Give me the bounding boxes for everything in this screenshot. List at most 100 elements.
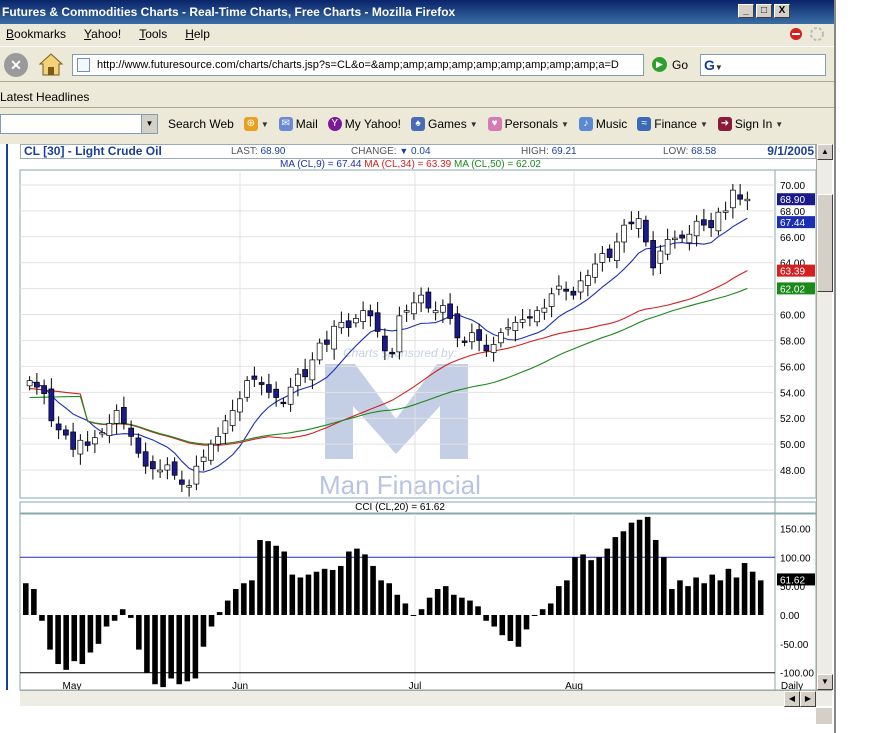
- candle-body: [541, 307, 548, 313]
- candle-body: [599, 253, 606, 263]
- sign-in-button[interactable]: ➜ Sign In ▼: [717, 117, 783, 131]
- yahoo-search-input[interactable]: ▼: [0, 114, 158, 134]
- candle-body: [222, 420, 229, 434]
- personals-button[interactable]: ♥ Personals ▼: [487, 117, 569, 131]
- menu-yahoo[interactable]: Yahoo!: [84, 24, 121, 44]
- candle-body: [287, 386, 294, 405]
- cci-bar: [249, 580, 255, 615]
- candle-body: [41, 385, 47, 394]
- candle-body: [280, 401, 287, 405]
- search-dropdown-icon[interactable]: ▼: [141, 115, 157, 133]
- cci-bar: [661, 557, 667, 615]
- candle-body: [425, 291, 432, 309]
- price-tag-label: 62.02: [780, 284, 805, 295]
- cci-bar: [362, 554, 368, 615]
- search-web-button[interactable]: Search Web: [168, 117, 234, 131]
- menu-tools[interactable]: Tools: [139, 24, 167, 44]
- page-content: CL [30] - Light Crude Oil LAST: 68.90 CH…: [0, 144, 834, 733]
- bookmarks-toolbar: Latest Headlines: [0, 86, 834, 108]
- music-button[interactable]: ♪ Music: [578, 117, 627, 131]
- candle-body: [331, 325, 337, 350]
- my-yahoo-button[interactable]: Y My Yahoo!: [327, 117, 401, 131]
- cci-bar: [71, 614, 78, 662]
- stop-icon[interactable]: ✕: [4, 53, 28, 77]
- candle-body: [548, 293, 555, 307]
- target-button[interactable]: ⊕ ▼: [243, 117, 269, 131]
- browser-chrome: Bookmarks Yahoo! Tools Help ✕ http://www…: [0, 24, 834, 144]
- go-button[interactable]: ▶ Go: [652, 56, 688, 74]
- cci-bar: [329, 569, 336, 615]
- close-button[interactable]: X: [774, 4, 790, 18]
- cci-bar: [111, 614, 118, 621]
- candle-body: [389, 352, 395, 355]
- cci-bar: [136, 614, 142, 650]
- candle-body: [55, 423, 62, 431]
- cci-bar: [313, 571, 320, 615]
- go-label: Go: [672, 58, 689, 72]
- scroll-left-icon[interactable]: ◀: [784, 691, 800, 707]
- cci-bar: [47, 614, 53, 650]
- price-tick-label: 56.00: [780, 362, 805, 373]
- cci-bar: [556, 586, 562, 615]
- latest-headlines-link[interactable]: Latest Headlines: [0, 90, 89, 104]
- scroll-thumb[interactable]: [817, 194, 833, 292]
- candle-body: [266, 384, 272, 393]
- cci-bar: [717, 580, 724, 615]
- cci-bar: [725, 568, 732, 615]
- menu-bar: Bookmarks Yahoo! Tools Help: [0, 24, 834, 44]
- candle-body: [26, 380, 33, 387]
- price-tick-label: 54.00: [780, 388, 805, 399]
- candle-body: [635, 218, 642, 229]
- mail-button[interactable]: ✉ Mail: [278, 117, 318, 131]
- search-box[interactable]: G▼: [700, 54, 826, 76]
- candle-body: [672, 237, 678, 240]
- cci-bar: [426, 597, 433, 615]
- scroll-right-icon[interactable]: ▶: [800, 691, 816, 707]
- candle-body: [382, 335, 388, 352]
- cci-bar: [757, 580, 764, 615]
- candle-body: [730, 189, 736, 209]
- url-bar[interactable]: http://www.futuresource.com/charts/chart…: [72, 54, 644, 76]
- candle-body: [679, 234, 685, 239]
- throbber-icon: [790, 27, 824, 41]
- finance-button[interactable]: ≈ Finance ▼: [637, 117, 708, 131]
- candle-body: [338, 321, 345, 329]
- candle-body: [374, 312, 381, 332]
- candle-body: [77, 439, 84, 455]
- scroll-down-icon[interactable]: ▼: [817, 674, 833, 690]
- cci-bar: [95, 614, 102, 644]
- candle-body: [585, 275, 591, 286]
- chevron-down-icon: ▼: [561, 119, 569, 129]
- cci-bar: [459, 597, 465, 615]
- chart-area[interactable]: CCI (CL,20) = 61.62 Charts sponsored by:…: [0, 144, 834, 706]
- chevron-down-icon: ▼: [699, 119, 708, 129]
- candle-body: [628, 221, 635, 225]
- search-engine-dropdown-icon[interactable]: ▼: [715, 63, 723, 72]
- resize-grip[interactable]: [816, 708, 832, 724]
- minimize-button[interactable]: _: [738, 4, 754, 18]
- home-icon[interactable]: [38, 52, 64, 78]
- cci-bar: [184, 614, 191, 682]
- scroll-up-icon[interactable]: ▲: [817, 144, 833, 160]
- candle-body: [345, 320, 352, 328]
- menu-bookmarks[interactable]: Bookmarks: [6, 24, 66, 44]
- maximize-button[interactable]: □: [756, 4, 772, 18]
- candle-body: [621, 224, 627, 243]
- games-button[interactable]: ♠ Games ▼: [411, 117, 478, 131]
- cci-bar: [547, 603, 554, 615]
- cci-bar: [572, 557, 578, 615]
- cci-bar: [289, 574, 296, 615]
- window-title-bar: Futures & Commodities Charts - Real-Time…: [0, 0, 834, 24]
- vertical-scrollbar[interactable]: ▲ ▼: [816, 144, 833, 690]
- candle-body: [527, 316, 533, 319]
- horizontal-scrollbar[interactable]: ◀ ▶: [20, 690, 832, 707]
- menu-help[interactable]: Help: [185, 24, 210, 44]
- cci-bar: [669, 589, 675, 615]
- candle-body: [643, 219, 649, 243]
- candle-body: [490, 344, 497, 353]
- cci-bar: [224, 600, 231, 615]
- cci-bar: [216, 612, 223, 615]
- price-tick-label: 48.00: [780, 466, 805, 477]
- cci-bar: [402, 603, 409, 615]
- cci-bar: [475, 606, 481, 615]
